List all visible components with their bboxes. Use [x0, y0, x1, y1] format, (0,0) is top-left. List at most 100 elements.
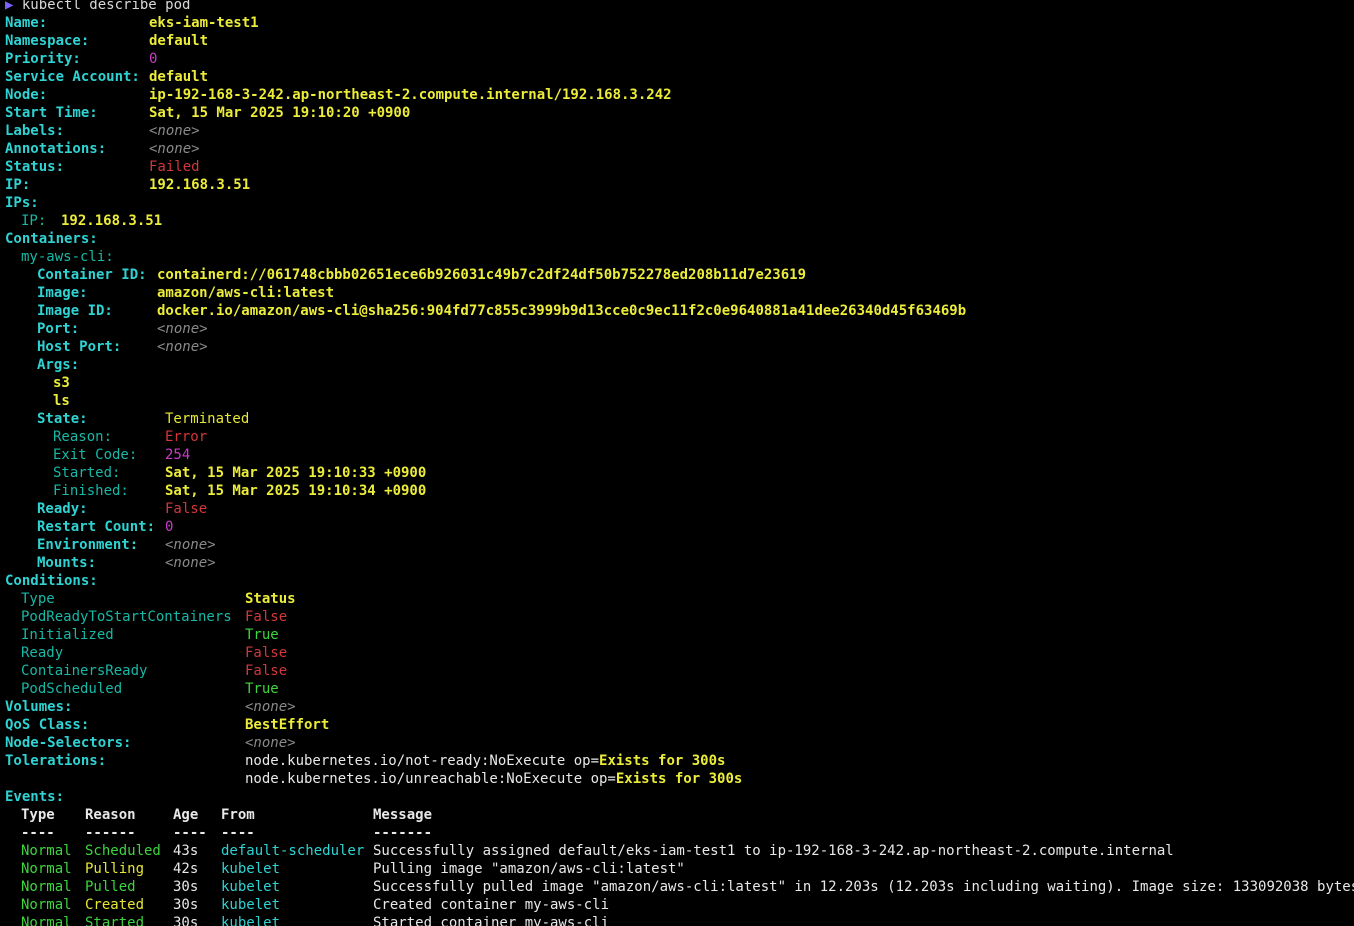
conditions-header: Type Status	[5, 590, 1354, 608]
ready-value: False	[165, 501, 208, 517]
labels-value: <none>	[149, 123, 200, 139]
dash-separator: -------	[373, 825, 433, 841]
key-label: Mounts:	[37, 555, 97, 571]
event-message: Started container my-aws-cli	[373, 915, 610, 926]
key-label: Start Time:	[5, 105, 98, 121]
condition-status: False	[245, 645, 288, 661]
terminal-window[interactable]: ▶ kubectl describe pod Name: eks-iam-test…	[0, 0, 1354, 926]
key-label: Container ID:	[37, 267, 147, 283]
event-row: Normal Started 30s kubelet Started container…	[5, 914, 1354, 926]
state-line: State: Terminated	[5, 410, 1354, 428]
labels-line: Labels: <none>	[5, 122, 1354, 140]
condition-type: PodReadyToStartContainers	[21, 609, 232, 625]
event-type: Normal	[21, 915, 72, 926]
exit-code-value: 254	[165, 447, 191, 463]
events-line: Events:	[5, 788, 1354, 806]
state-value: Terminated	[165, 411, 250, 427]
dash-separator: ----	[21, 825, 55, 841]
event-message: Successfully assigned default/eks-iam-te…	[373, 843, 1174, 859]
event-message: Pulling image "amazon/aws-cli:latest"	[373, 861, 685, 877]
node-value: ip-192-168-3-242.ap-northeast-2.compute.…	[149, 87, 672, 103]
key-label: Started:	[53, 465, 121, 481]
events-header: Type Reason Age From Message	[5, 806, 1354, 824]
container-name-line: my-aws-cli:	[5, 248, 1354, 266]
arg-item: s3	[5, 374, 1354, 392]
condition-status: True	[245, 627, 279, 643]
event-age: 30s	[173, 915, 199, 926]
key-label: Exit Code:	[53, 447, 138, 463]
condition-row: PodReadyToStartContainers False	[5, 608, 1354, 626]
event-reason: Pulled	[85, 879, 136, 895]
finished-line: Finished: Sat, 15 Mar 2025 19:10:34 +0900	[5, 482, 1354, 500]
volumes-value: <none>	[245, 699, 296, 715]
event-age: 30s	[173, 879, 199, 895]
namespace-value: default	[149, 33, 209, 49]
event-age: 42s	[173, 861, 199, 877]
key-label: Node:	[5, 87, 48, 103]
events-from-header: From	[221, 807, 255, 823]
condition-type: Ready	[21, 645, 64, 661]
ready-line: Ready: False	[5, 500, 1354, 518]
mounts-line: Mounts: <none>	[5, 554, 1354, 572]
node-selectors-value: <none>	[245, 735, 296, 751]
event-from: kubelet	[221, 861, 281, 877]
dash-separator: ----	[221, 825, 255, 841]
image-id-value: docker.io/amazon/aws-cli@sha256:904fd77c…	[157, 303, 967, 319]
conditions-type-header: Type	[21, 591, 55, 607]
key-label: Host Port:	[37, 339, 122, 355]
condition-row: Ready False	[5, 644, 1354, 662]
arg-value: s3	[53, 375, 70, 391]
service-account-value: default	[149, 69, 209, 85]
environment-value: <none>	[165, 537, 216, 553]
key-label: Environment:	[37, 537, 139, 553]
ips-line: IPs:	[5, 194, 1354, 212]
dash-separator: ----	[173, 825, 207, 841]
ip-line: IP: 192.168.3.51	[5, 176, 1354, 194]
exit-code-line: Exit Code: 254	[5, 446, 1354, 464]
key-label: Annotations:	[5, 141, 107, 157]
pod-name-line: Name: eks-iam-test1	[5, 14, 1354, 32]
annotations-line: Annotations: <none>	[5, 140, 1354, 158]
prompt-arrow-icon: ▶	[5, 0, 14, 13]
key-label: Tolerations:	[5, 753, 107, 769]
conditions-line: Conditions:	[5, 572, 1354, 590]
host-port-line: Host Port: <none>	[5, 338, 1354, 356]
container-id-line: Container ID: containerd://061748cbbb0265…	[5, 266, 1354, 284]
arg-item: ls	[5, 392, 1354, 410]
key-label: IPs:	[5, 195, 39, 211]
port-value: <none>	[157, 321, 208, 337]
condition-row: ContainersReady False	[5, 662, 1354, 680]
condition-status: False	[245, 609, 288, 625]
event-reason: Scheduled	[85, 843, 161, 859]
prompt-line: ▶ kubectl describe pod	[5, 0, 1354, 14]
condition-type: Initialized	[21, 627, 114, 643]
started-value: Sat, 15 Mar 2025 19:10:33 +0900	[165, 465, 427, 481]
toleration-line: node.kubernetes.io/unreachable:NoExecute…	[5, 770, 1354, 788]
events-dashes: ---- ------ ---- ---- -------	[5, 824, 1354, 842]
event-row: Normal Created 30s kubelet Created container…	[5, 896, 1354, 914]
key-label: Reason:	[53, 429, 113, 445]
started-line: Started: Sat, 15 Mar 2025 19:10:33 +0900	[5, 464, 1354, 482]
toleration-suffix: Exists for 300s	[599, 753, 726, 769]
event-type: Normal	[21, 861, 72, 877]
restart-count-value: 0	[165, 519, 174, 535]
key-label: QoS Class:	[5, 717, 90, 733]
volumes-line: Volumes: <none>	[5, 698, 1354, 716]
key-label: Labels:	[5, 123, 65, 139]
event-from: kubelet	[221, 915, 281, 926]
key-label: Events:	[5, 789, 65, 805]
condition-row: Initialized True	[5, 626, 1354, 644]
pod-name-value: eks-iam-test1	[149, 15, 259, 31]
finished-value: Sat, 15 Mar 2025 19:10:34 +0900	[165, 483, 427, 499]
ips-ip-line: IP: 192.168.3.51	[5, 212, 1354, 230]
qos-value: BestEffort	[245, 717, 330, 733]
condition-status: True	[245, 681, 279, 697]
container-name: my-aws-cli:	[21, 249, 114, 265]
key-label: Args:	[37, 357, 80, 373]
dash-separator: ------	[85, 825, 136, 841]
container-id-value: containerd://061748cbbb02651ece6b926031c…	[157, 267, 807, 283]
ip-value: 192.168.3.51	[149, 177, 251, 193]
key-label: Containers:	[5, 231, 98, 247]
event-reason: Pulling	[85, 861, 145, 877]
key-label: Priority:	[5, 51, 81, 67]
